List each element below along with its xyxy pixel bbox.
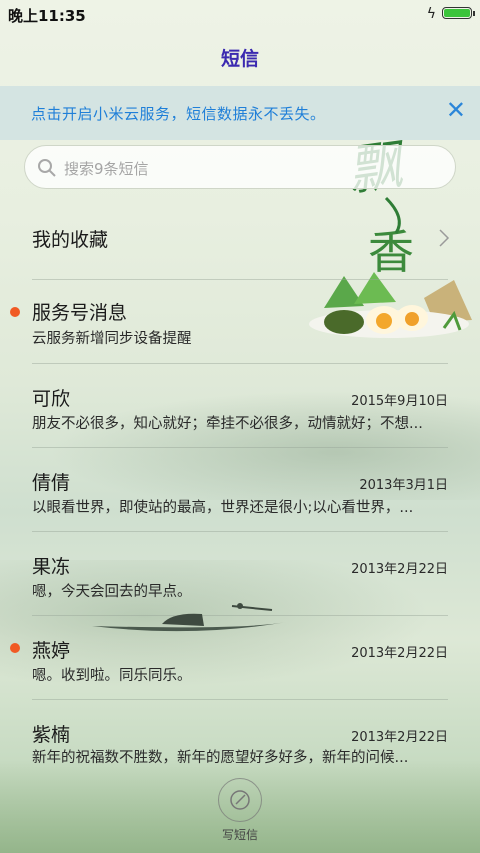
status-time: 晚上11:35 [8,7,86,25]
service-name: 服务号消息 [32,302,128,324]
compose-button[interactable] [218,778,262,822]
close-icon[interactable]: ✕ [446,98,466,122]
battery-icon [442,7,475,19]
message-preview: 嗯，今天会回去的早点。 [32,584,192,600]
message-preview: 朋友不必很多，知心就好；牵挂不必很多，动情就好；不想... [32,416,423,432]
battery-fill [444,9,470,17]
search-icon [38,159,56,177]
service-preview: 云服务新增同步设备提醒 [32,331,192,347]
favorites-item[interactable]: 我的收藏 [0,195,480,279]
message-date: 2015年9月10日 [351,394,448,409]
contact-name: 燕婷 [32,640,71,662]
contact-name: 紫楠 [32,724,71,746]
conversation-row[interactable]: 燕婷 2013年2月22日 嗯。收到啦。同乐同乐。 [0,616,480,700]
message-preview: 嗯。收到啦。同乐同乐。 [32,668,192,684]
banner-text[interactable]: 点击开启小米云服务，短信数据永不丢失。 [31,103,326,124]
conversation-row[interactable]: 可欣 2015年9月10日 朋友不必很多，知心就好；牵挂不必很多，动情就好；不想… [0,364,480,448]
compose-label[interactable]: 写短信 [0,826,480,843]
unread-dot [10,643,20,653]
message-date: 2013年3月1日 [359,478,448,493]
message-date: 2013年2月22日 [351,646,448,661]
favorites-label: 我的收藏 [32,229,109,251]
page-title: 短信 [220,48,259,70]
contact-name: 可欣 [32,388,71,410]
contact-name: 倩倩 [32,472,71,494]
service-messages-item[interactable]: 服务号消息 云服务新增同步设备提醒 [0,280,480,364]
message-preview: 新年的祝福数不胜数，新年的愿望好多好多，新年的问候... [32,750,409,766]
status-bar: 晚上11:35 ϟ [0,0,480,28]
message-date: 2013年2月22日 [351,730,448,745]
message-date: 2013年2月22日 [351,562,448,577]
message-preview: 以眼看世界，即使站的最高，世界还是很小;以心看世界，... [32,500,414,516]
lightning-icon: ϟ [426,6,436,22]
conversation-row[interactable]: 倩倩 2013年3月1日 以眼看世界，即使站的最高，世界还是很小;以心看世界，.… [0,448,480,532]
conversation-row[interactable]: 紫楠 2013年2月22日 新年的祝福数不胜数，新年的愿望好多好多，新年的问候.… [0,700,480,784]
search-placeholder: 搜索9条短信 [64,160,149,178]
search-input[interactable]: 搜索9条短信 [24,145,456,189]
compose-icon [230,790,250,810]
contact-name: 果冻 [32,556,71,578]
unread-dot [10,307,20,317]
chevron-right-icon[interactable] [438,228,450,248]
